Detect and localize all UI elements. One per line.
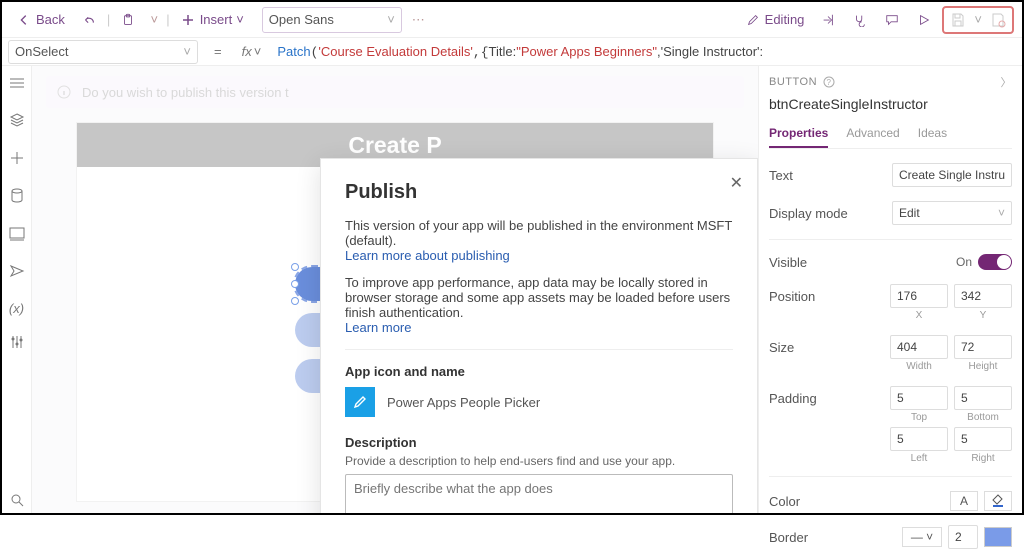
prop-display-label: Display mode [769, 206, 892, 221]
pad-left-input[interactable] [890, 427, 948, 451]
pos-y-input[interactable] [954, 284, 1012, 308]
app-icon-heading: App icon and name [345, 364, 733, 379]
plus-icon [180, 12, 196, 28]
flows-icon[interactable] [9, 264, 25, 283]
back-label: Back [36, 12, 65, 27]
dialog-text: To improve app performance, app data may… [345, 275, 730, 320]
control-name: btnCreateSingleInstructor [769, 96, 1012, 112]
dialog-title: Publish [345, 181, 733, 204]
chevron-down-icon[interactable]: ˅ [974, 12, 982, 27]
prop-size-label: Size [769, 340, 890, 355]
chevron-right-icon[interactable]: 〉 [1001, 74, 1013, 90]
chevron-down-icon: ˅ [387, 12, 395, 27]
undo-button[interactable] [75, 10, 103, 30]
chevron-down-icon: ˅ [998, 206, 1005, 220]
help-icon[interactable]: ? [823, 76, 835, 88]
property-name: OnSelect [15, 44, 68, 59]
border-style-select[interactable]: — ˅ [902, 527, 942, 547]
publish-dialog: ✕ Publish This version of your app will … [320, 158, 758, 513]
border-width-input[interactable] [948, 525, 978, 549]
app-icon [345, 387, 375, 417]
prop-display-select[interactable]: Edit˅ [892, 201, 1012, 225]
stethoscope-icon [852, 12, 868, 28]
equals-label: = [204, 44, 232, 59]
save-icon[interactable] [950, 12, 966, 28]
comment-icon [884, 12, 900, 28]
arrow-left-icon [16, 12, 32, 28]
prop-text-label: Text [769, 168, 892, 183]
font-color-button[interactable]: A [950, 491, 978, 511]
tree-icon[interactable] [9, 76, 25, 94]
border-color-swatch[interactable] [984, 527, 1012, 547]
preview-button[interactable] [910, 10, 938, 30]
control-type: BUTTON [769, 76, 817, 88]
pad-top-input[interactable] [890, 386, 948, 410]
publish-icon[interactable] [990, 12, 1006, 28]
tab-advanced[interactable]: Advanced [846, 122, 899, 148]
left-rail: (x) [2, 66, 32, 513]
checker-button[interactable] [846, 10, 874, 30]
prop-padding-label: Padding [769, 391, 890, 406]
app-name: Power Apps People Picker [387, 395, 540, 410]
prop-text-input[interactable] [892, 163, 1012, 187]
size-h-input[interactable] [954, 335, 1012, 359]
chevron-down-icon: ˅ [236, 12, 244, 27]
share-icon [820, 12, 836, 28]
svg-text:?: ? [827, 78, 832, 87]
tab-ideas[interactable]: Ideas [918, 122, 947, 148]
plus-icon[interactable] [10, 151, 24, 170]
learn-more-link[interactable]: Learn more [345, 320, 411, 335]
dialog-text: This version of your app will be publish… [345, 218, 732, 248]
font-name: Open Sans [269, 12, 334, 27]
close-icon[interactable]: ✕ [730, 173, 743, 193]
share-button[interactable] [814, 10, 842, 30]
undo-icon [81, 12, 97, 28]
fx-label[interactable]: fx˅ [232, 44, 272, 59]
clipboard-icon [120, 12, 136, 28]
chevron-down-icon: ˅ [183, 44, 191, 59]
data-icon[interactable] [10, 188, 24, 209]
insert-label: Insert [200, 12, 233, 27]
property-select[interactable]: OnSelect ˅ [8, 40, 198, 64]
prop-position-label: Position [769, 289, 890, 304]
editing-mode[interactable]: Editing [739, 10, 811, 30]
font-select[interactable]: Open Sans ˅ [262, 7, 402, 33]
description-heading: Description [345, 435, 733, 450]
description-subtext: Provide a description to help end-users … [345, 454, 733, 468]
canvas: Do you wish to publish this version t Cr… [32, 66, 758, 513]
prop-color-label: Color [769, 494, 950, 509]
comments-button[interactable] [878, 10, 906, 30]
settings-icon[interactable] [10, 334, 24, 355]
insert-button[interactable]: Insert ˅ [174, 10, 250, 30]
media-icon[interactable] [9, 227, 25, 246]
layers-icon[interactable] [9, 112, 25, 133]
back-button[interactable]: Back [10, 10, 71, 30]
prop-visible-label: Visible [769, 255, 956, 270]
size-w-input[interactable] [890, 335, 948, 359]
visible-toggle[interactable] [978, 254, 1012, 270]
pencil-icon [745, 12, 761, 28]
tab-properties[interactable]: Properties [769, 122, 828, 148]
pencil-icon [352, 394, 368, 410]
editing-label: Editing [765, 12, 805, 27]
pos-x-input[interactable] [890, 284, 948, 308]
chevron-down-icon[interactable]: ˅ [146, 12, 162, 28]
paste-button[interactable] [114, 10, 142, 30]
pad-bottom-input[interactable] [954, 386, 1012, 410]
save-group: ˅ [942, 6, 1014, 34]
visible-value: On [956, 255, 972, 269]
description-input[interactable] [345, 474, 733, 513]
prop-border-label: Border [769, 530, 902, 545]
variable-icon[interactable]: (x) [9, 301, 24, 316]
pad-right-input[interactable] [954, 427, 1012, 451]
properties-panel: BUTTON ? 〉 btnCreateSingleInstructor Pro… [758, 66, 1022, 513]
more-button[interactable]: ⋯ [406, 10, 431, 30]
formula-input[interactable]: Patch('Course Evaluation Details',{Title… [271, 42, 1022, 62]
learn-more-publishing-link[interactable]: Learn more about publishing [345, 248, 510, 263]
play-icon [916, 12, 932, 28]
fill-color-button[interactable] [984, 491, 1012, 511]
search-icon[interactable] [9, 492, 25, 513]
